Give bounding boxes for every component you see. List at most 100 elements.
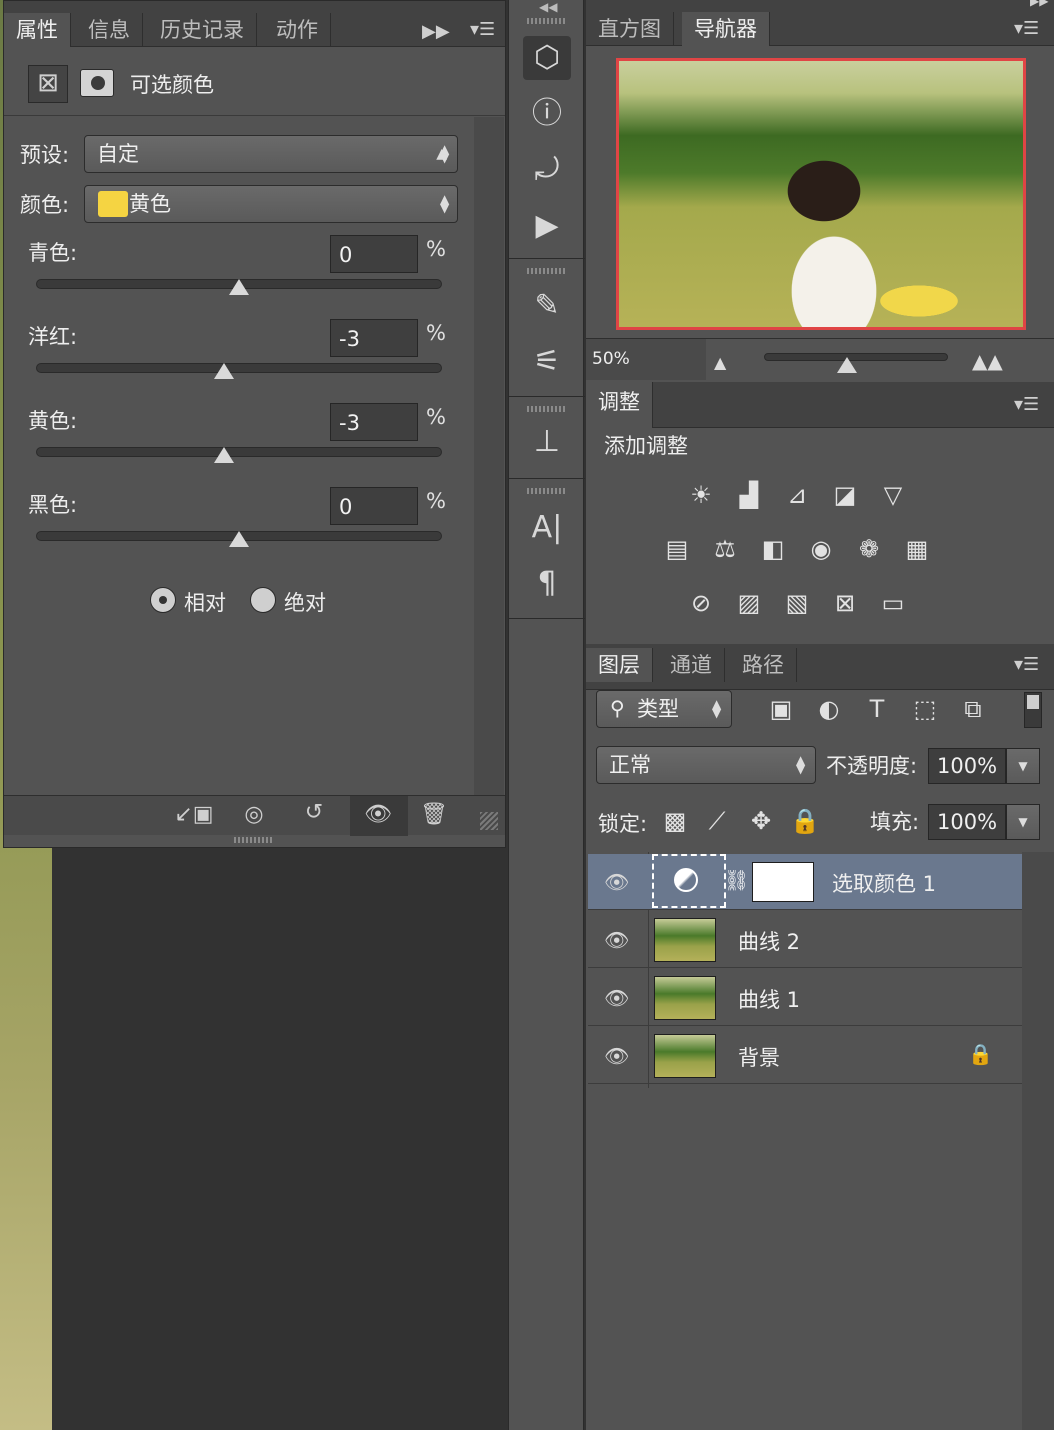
layer-visibility-eye-icon[interactable]: 👁 [604, 928, 629, 952]
layer-name[interactable]: 曲线 1 [738, 984, 800, 1014]
paragraph-panel-icon[interactable]: ¶ [523, 562, 571, 606]
filter-pixel-icon[interactable]: ▣ [764, 694, 798, 724]
tab-adjustments[interactable]: 调整 [586, 382, 653, 428]
gradient-map-icon[interactable]: ▭ [876, 588, 910, 618]
panel-menu-icon[interactable]: ▾☰ [470, 19, 495, 40]
selective-color-adj-icon[interactable]: ⊠ [828, 588, 862, 618]
tab-info[interactable]: 信息 [76, 13, 143, 47]
color-balance-icon[interactable]: ⚖ [708, 534, 742, 564]
slider-thumb-magenta[interactable] [213, 363, 234, 379]
close-panel-icon[interactable]: ▶▶ [1030, 0, 1048, 8]
adjustments-menu-icon[interactable]: ▾☰ [1014, 394, 1039, 415]
curves-icon[interactable]: ⊿ [780, 480, 814, 510]
navigator-menu-icon[interactable]: ▾☰ [1014, 18, 1039, 39]
dock-grip[interactable] [527, 18, 567, 24]
zoom-out-icon[interactable]: ▲ [714, 353, 726, 372]
hue-saturation-icon[interactable]: ▤ [660, 534, 694, 564]
layer-row-curves-1[interactable]: 👁 曲线 1 [588, 970, 1022, 1026]
levels-icon[interactable]: ▟ [732, 480, 766, 510]
exposure-icon[interactable]: ◪ [828, 480, 862, 510]
info-panel-icon[interactable]: ⓘ [523, 92, 571, 136]
brightness-contrast-icon[interactable]: ☀ [684, 480, 718, 510]
layer-mask-thumbnail[interactable] [752, 862, 814, 902]
tab-channels[interactable]: 通道 [658, 648, 725, 682]
slider-track-magenta[interactable] [36, 363, 442, 373]
panel-grip[interactable] [234, 837, 274, 843]
layer-visibility-eye-icon[interactable]: 👁 [604, 986, 629, 1010]
tab-actions[interactable]: 动作 [264, 13, 331, 47]
filter-adjustment-icon[interactable]: ◐ [812, 694, 846, 724]
black-white-icon[interactable]: ◧ [756, 534, 790, 564]
layer-visibility-eye-icon[interactable]: 👁 [604, 870, 629, 894]
vibrance-icon[interactable]: ▽ [876, 480, 910, 510]
slider-thumb-black[interactable] [229, 531, 249, 547]
actions-panel-icon[interactable]: ▶ [523, 204, 571, 248]
dock-grip-4[interactable] [527, 488, 567, 494]
layer-row-background[interactable]: 👁 背景 🔒 [588, 1028, 1022, 1084]
filter-toggle-switch[interactable] [1024, 692, 1042, 728]
color-select[interactable]: 黄色 [84, 185, 458, 223]
clip-to-layer-icon[interactable]: ↙▣ [174, 802, 214, 827]
layer-lock-icon[interactable]: 🔒 [968, 1042, 993, 1066]
tab-layers[interactable]: 图层 [586, 648, 653, 682]
brush-presets-icon[interactable]: ✎ [523, 284, 571, 328]
view-previous-state-icon[interactable]: ◎ [234, 802, 274, 827]
filter-shape-icon[interactable]: ⬚ [908, 694, 942, 724]
slider-thumb-cyan[interactable] [229, 279, 249, 295]
filter-type-icon[interactable]: T [860, 694, 894, 724]
mask-icon[interactable] [80, 69, 114, 97]
slider-track-yellow[interactable] [36, 447, 442, 457]
tab-paths[interactable]: 路径 [730, 648, 797, 682]
delete-trash-icon[interactable]: 🗑 [414, 802, 454, 827]
layer-name[interactable]: 选取颜色 1 [832, 868, 936, 898]
opacity-input[interactable]: 100% [928, 748, 1006, 784]
photo-filter-icon[interactable]: ◉ [804, 534, 838, 564]
invert-icon[interactable]: ⊘ [684, 588, 718, 618]
navigator-preview-image[interactable] [616, 58, 1026, 330]
tab-properties[interactable]: 属性 [4, 13, 71, 47]
layers-menu-icon[interactable]: ▾☰ [1014, 654, 1039, 675]
layer-name[interactable]: 背景 [738, 1042, 780, 1072]
filter-smart-object-icon[interactable]: ⧉ [956, 694, 990, 724]
slider-input-cyan[interactable]: 0 [330, 235, 418, 273]
radio-relative[interactable] [150, 587, 176, 613]
3d-panel-icon[interactable]: ⬡ [523, 36, 571, 80]
brush-settings-icon[interactable]: ⚟ [523, 340, 571, 384]
layer-visibility-eye-icon[interactable]: 👁 [604, 1044, 629, 1068]
blend-mode-select[interactable]: 正常 [596, 746, 816, 784]
lock-image-brush-icon[interactable]: ⟋ [700, 806, 734, 836]
threshold-icon[interactable]: ▧ [780, 588, 814, 618]
posterize-icon[interactable]: ▨ [732, 588, 766, 618]
lock-transparent-icon[interactable]: ▩ [658, 806, 692, 836]
channel-mixer-icon[interactable]: ❁ [852, 534, 886, 564]
opacity-dropdown-icon[interactable]: ▼ [1006, 748, 1040, 784]
slider-input-yellow[interactable]: -3 [330, 403, 418, 441]
fill-dropdown-icon[interactable]: ▼ [1006, 804, 1040, 840]
tab-history[interactable]: 历史记录 [148, 13, 257, 47]
fill-input[interactable]: 100% [928, 804, 1006, 840]
layer-row-selective-color[interactable]: 👁 ⛓ 选取颜色 1 [588, 854, 1022, 910]
slider-thumb-yellow[interactable] [213, 447, 234, 463]
lock-all-icon[interactable]: 🔒 [788, 806, 822, 836]
history-panel-icon[interactable]: ⤾ [523, 148, 571, 192]
reset-icon[interactable]: ↺ [294, 800, 334, 825]
lock-position-move-icon[interactable]: ✥ [744, 806, 778, 836]
zoom-slider-thumb[interactable] [836, 357, 857, 373]
color-lookup-icon[interactable]: ▦ [900, 534, 934, 564]
layer-row-curves-2[interactable]: 👁 曲线 2 [588, 912, 1022, 968]
clone-source-icon[interactable]: ⊥ [523, 420, 571, 464]
visibility-eye-icon[interactable]: 👁 [358, 802, 398, 827]
collapse-panel-icon[interactable]: ▶▶ [422, 21, 450, 42]
layer-name[interactable]: 曲线 2 [738, 926, 800, 956]
dock-grip-2[interactable] [527, 268, 567, 274]
dock-grip-3[interactable] [527, 406, 567, 412]
slider-input-black[interactable]: 0 [330, 487, 418, 525]
layers-scrollbar[interactable] [1022, 852, 1054, 1430]
radio-absolute[interactable] [250, 587, 276, 613]
tab-navigator[interactable]: 导航器 [682, 12, 770, 46]
resize-grip[interactable] [480, 812, 498, 830]
slider-input-magenta[interactable]: -3 [330, 319, 418, 357]
collapse-dock-icon[interactable]: ◀◀ [539, 0, 557, 14]
character-panel-icon[interactable]: A| [523, 506, 571, 550]
zoom-in-icon[interactable]: ▲▲ [972, 349, 1003, 373]
